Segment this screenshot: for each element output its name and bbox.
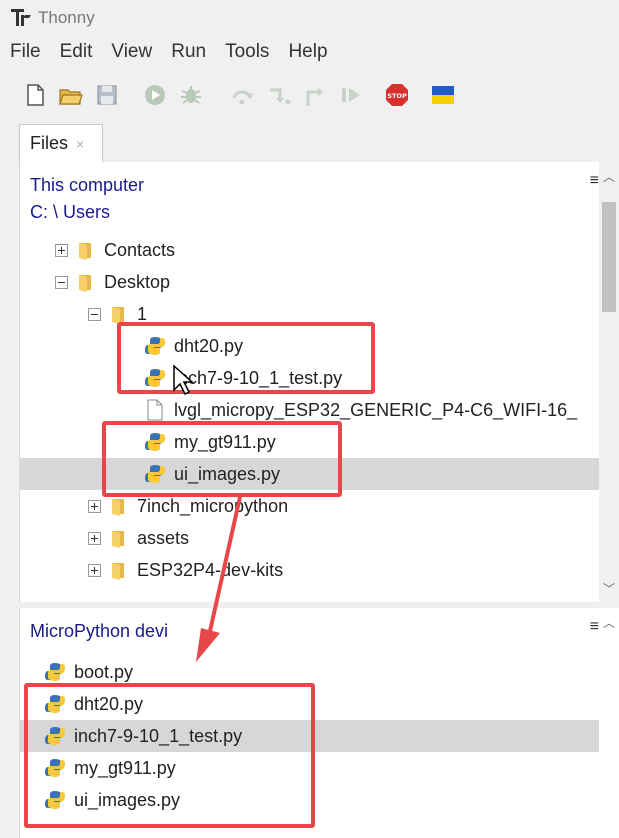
menu-file[interactable]: File <box>10 41 41 63</box>
open-file-icon[interactable] <box>56 80 86 110</box>
file-icon <box>147 399 163 421</box>
svg-text:STOP: STOP <box>387 92 407 100</box>
close-icon[interactable]: × <box>76 136 84 152</box>
python-file-icon <box>45 727 65 745</box>
this-computer-title: This computer <box>30 175 145 195</box>
folder-icon <box>112 531 124 548</box>
python-file-icon <box>45 663 65 681</box>
expand-icon[interactable] <box>55 243 68 257</box>
tree-item-label: Contacts <box>104 239 176 260</box>
panel-menu-icon[interactable]: ≡ <box>590 618 599 636</box>
menu-help[interactable]: Help <box>288 41 327 63</box>
expand-icon[interactable] <box>88 499 101 513</box>
folder-icon <box>79 243 91 260</box>
tab-bar: Files × <box>0 118 619 162</box>
python-file-icon <box>145 465 165 483</box>
current-path-breadcrumb[interactable]: C: \ Users <box>30 199 600 226</box>
tree-item-label: ui_images.py <box>174 463 281 484</box>
scrollbar-thumb[interactable] <box>602 202 616 312</box>
menu-view[interactable]: View <box>111 41 152 63</box>
ukraine-flag-icon <box>428 80 458 110</box>
device-item-label: ui_images.py <box>74 789 181 810</box>
python-file-icon <box>145 337 165 355</box>
resume-icon[interactable] <box>336 80 366 110</box>
expand-icon[interactable] <box>88 563 101 577</box>
scroll-up-icon[interactable]: ︿ <box>602 616 616 630</box>
folder-icon <box>112 563 124 580</box>
folder-icon <box>112 499 124 516</box>
device-item-label: boot.py <box>74 661 134 682</box>
tab-files-label: Files <box>30 133 69 153</box>
tree-item-ui-images[interactable]: ui_images.py <box>20 458 600 490</box>
device-title: MicroPython devi <box>30 621 169 641</box>
tree-item-label: lvgl_micropy_ESP32_GENERIC_P4-C6_WIFI-16… <box>174 399 578 420</box>
collapse-icon[interactable] <box>55 275 68 289</box>
micropython-device-panel: MicroPython devi ≡ boot.py dht20.py inch… <box>19 608 619 838</box>
debug-icon[interactable] <box>176 80 206 110</box>
panel-menu-icon[interactable]: ≡ <box>590 172 599 190</box>
device-item-ui-images[interactable]: ui_images.py <box>20 784 600 816</box>
tree-item-label: Desktop <box>104 271 171 292</box>
vertical-scrollbar[interactable]: ︿ <box>599 608 619 838</box>
python-file-icon <box>45 759 65 777</box>
new-file-icon[interactable] <box>20 80 50 110</box>
this-computer-panel: This computer C: \ Users ≡ Contacts Desk… <box>19 162 619 602</box>
tree-item-assets[interactable]: assets <box>20 522 600 554</box>
device-item-label: my_gt911.py <box>74 757 176 778</box>
tree-item-contacts[interactable]: Contacts <box>20 234 600 266</box>
device-header: MicroPython devi <box>20 608 600 648</box>
step-out-icon[interactable] <box>300 80 330 110</box>
tree-item-label: inch7-9-10_1_test.py <box>174 367 343 388</box>
expand-icon[interactable] <box>88 531 101 545</box>
tree-item-7inch-micropython[interactable]: 7inch_micropython <box>20 490 600 522</box>
tree-item-label: my_gt911.py <box>174 431 276 452</box>
tree-item-1[interactable]: 1 <box>20 298 600 330</box>
python-file-icon <box>145 433 165 451</box>
tree-item-desktop[interactable]: Desktop <box>20 266 600 298</box>
tree-item-label: 1 <box>137 303 148 324</box>
device-item-inch7-test[interactable]: inch7-9-10_1_test.py <box>20 720 600 752</box>
python-file-icon <box>45 695 65 713</box>
tree-item-label: assets <box>137 527 190 548</box>
this-computer-header: This computer C: \ Users <box>20 162 600 222</box>
menu-run[interactable]: Run <box>171 41 206 63</box>
vertical-scrollbar[interactable]: ︿ ﹀ <box>599 162 619 602</box>
tree-item-label: dht20.py <box>174 335 244 356</box>
app-title: Thonny <box>38 8 95 27</box>
scroll-down-icon[interactable]: ﹀ <box>602 582 616 596</box>
device-item-boot[interactable]: boot.py <box>20 656 600 688</box>
menu-tools[interactable]: Tools <box>225 41 269 63</box>
thonny-logo-icon <box>10 7 32 29</box>
folder-icon <box>79 275 91 292</box>
mouse-cursor-icon <box>173 364 194 396</box>
stop-icon[interactable]: STOP <box>382 80 412 110</box>
run-icon[interactable] <box>140 80 170 110</box>
tree-item-esp32p4-dev-kits[interactable]: ESP32P4-dev-kits <box>20 554 600 586</box>
python-file-icon <box>145 369 165 387</box>
python-file-icon <box>45 791 65 809</box>
menu-bar: File Edit View Run Tools Help <box>0 36 619 68</box>
device-item-label: dht20.py <box>74 693 144 714</box>
tree-item-inch7-test[interactable]: inch7-9-10_1_test.py <box>20 362 600 394</box>
tree-item-lvgl-firmware[interactable]: lvgl_micropy_ESP32_GENERIC_P4-C6_WIFI-16… <box>20 394 600 426</box>
device-item-dht20[interactable]: dht20.py <box>20 688 600 720</box>
collapse-icon[interactable] <box>88 307 101 321</box>
menu-edit[interactable]: Edit <box>60 41 93 63</box>
device-item-label: inch7-9-10_1_test.py <box>74 725 243 746</box>
save-icon[interactable] <box>92 80 122 110</box>
tree-item-my-gt911[interactable]: my_gt911.py <box>20 426 600 458</box>
step-into-icon[interactable] <box>264 80 294 110</box>
step-over-icon[interactable] <box>228 80 258 110</box>
folder-icon <box>112 307 124 324</box>
tree-item-dht20[interactable]: dht20.py <box>20 330 600 362</box>
tree-item-label: ESP32P4-dev-kits <box>137 559 284 580</box>
tree-item-label: 7inch_micropython <box>137 495 289 516</box>
scroll-up-icon[interactable]: ︿ <box>602 170 616 184</box>
tab-files[interactable]: Files × <box>19 124 103 162</box>
title-bar: Thonny <box>0 0 619 36</box>
toolbar: STOP <box>0 72 619 118</box>
device-item-my-gt911[interactable]: my_gt911.py <box>20 752 600 784</box>
